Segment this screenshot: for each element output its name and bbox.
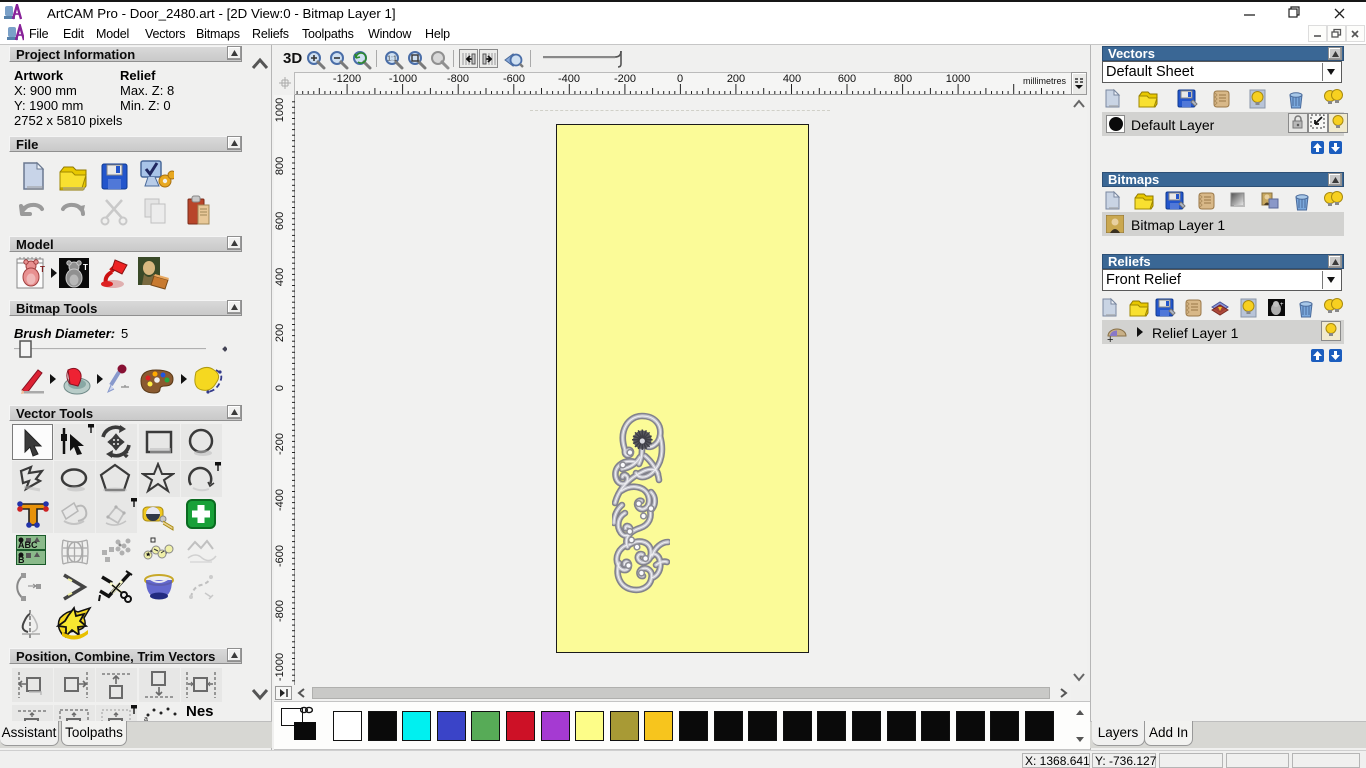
svg-text:millimetres: millimetres — [1023, 76, 1067, 86]
svg-text:T: T — [40, 265, 45, 274]
svg-text:-400: -400 — [274, 489, 286, 511]
svg-text:-800: -800 — [274, 600, 286, 622]
svg-text:0: 0 — [677, 73, 683, 85]
svg-text:1000: 1000 — [946, 73, 970, 85]
svg-text:-1000: -1000 — [274, 653, 286, 681]
svg-text:1000: 1000 — [274, 98, 286, 122]
svg-text:-200: -200 — [614, 73, 636, 85]
svg-text:B: B — [18, 555, 25, 565]
svg-text:400: 400 — [274, 268, 286, 286]
svg-text:0: 0 — [274, 385, 286, 391]
svg-text:-800: -800 — [447, 73, 469, 85]
svg-text:400: 400 — [783, 73, 801, 85]
svg-text:T: T — [83, 263, 88, 272]
svg-text:600: 600 — [838, 73, 856, 85]
svg-text:+: + — [1107, 334, 1113, 344]
svg-text:600: 600 — [274, 212, 286, 230]
svg-text:200: 200 — [727, 73, 745, 85]
svg-text:800: 800 — [894, 73, 912, 85]
svg-text:+: + — [1280, 302, 1284, 308]
svg-text:-1200: -1200 — [333, 73, 361, 85]
svg-text:-1000: -1000 — [389, 73, 417, 85]
svg-text:800: 800 — [274, 157, 286, 175]
svg-text:200: 200 — [274, 324, 286, 342]
svg-text:1:1: 1:1 — [387, 56, 397, 63]
svg-text:-200: -200 — [274, 433, 286, 455]
svg-text:ABC: ABC — [18, 540, 38, 550]
svg-text:-600: -600 — [503, 73, 525, 85]
svg-text:-400: -400 — [558, 73, 580, 85]
svg-text:-600: -600 — [274, 545, 286, 567]
